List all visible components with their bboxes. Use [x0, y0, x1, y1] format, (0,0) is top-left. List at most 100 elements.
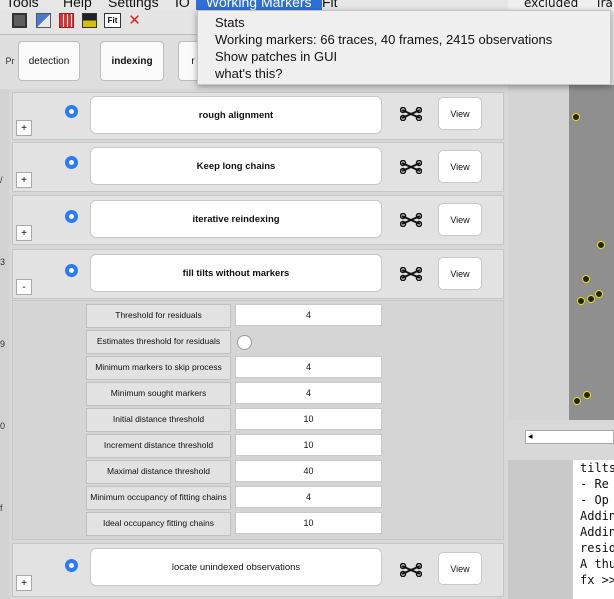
param-value-input[interactable]: 10: [235, 434, 382, 456]
param-label: Minimum occupancy of fitting chains: [86, 486, 231, 510]
expand-button[interactable]: +: [16, 172, 32, 188]
menu-io[interactable]: IO: [175, 0, 190, 10]
view-button[interactable]: View: [438, 552, 482, 585]
view-button[interactable]: View: [438, 150, 482, 183]
step-enable-radio[interactable]: [65, 264, 78, 277]
console-line: A thu: [580, 557, 614, 571]
console-line: Addin: [580, 525, 614, 539]
scroll-left-icon[interactable]: ◂: [528, 431, 533, 442]
left-edge-fragment: 0: [0, 421, 6, 431]
right-window-header: excluded Tra: [508, 0, 614, 10]
expand-button[interactable]: +: [16, 575, 32, 591]
marker[interactable]: [582, 275, 590, 283]
wrench-icon[interactable]: [400, 107, 422, 121]
step-enable-radio[interactable]: [65, 156, 78, 169]
menu-item-stats[interactable]: Stats: [215, 15, 245, 30]
micrograph-image[interactable]: [569, 85, 614, 420]
scrollbar-track[interactable]: ◂: [525, 430, 614, 444]
micrograph-panel: [508, 85, 614, 420]
horizontal-scrollbar[interactable]: ◂: [508, 420, 614, 460]
param-label: Estimates threshold for residuals: [86, 330, 231, 354]
grid-icon[interactable]: [59, 13, 74, 28]
step-enable-radio[interactable]: [65, 210, 78, 223]
menu-settings[interactable]: Settings: [108, 0, 159, 10]
marker[interactable]: [597, 241, 605, 249]
steps-panel: + rough alignment View + Keep long chain…: [9, 89, 508, 599]
collapse-button[interactable]: -: [16, 279, 32, 295]
param-label: Minimum sought markers: [86, 382, 231, 406]
menu-help[interactable]: Help: [63, 0, 92, 10]
param-value-input[interactable]: 40: [235, 460, 382, 482]
param-row: Minimum occupancy of fitting chains 4: [86, 486, 386, 510]
param-label: Increment distance threshold: [86, 434, 231, 458]
console-line: - Re: [580, 477, 609, 491]
view-button[interactable]: View: [438, 257, 482, 290]
view-button[interactable]: View: [438, 203, 482, 236]
step-name-button[interactable]: fill tilts without markers: [90, 254, 382, 292]
adjust-icon[interactable]: [36, 13, 51, 28]
param-label: Maximal distance threshold: [86, 460, 231, 484]
marker[interactable]: [587, 295, 595, 303]
console-prompt[interactable]: fx >>: [580, 573, 614, 587]
param-checkbox[interactable]: [237, 335, 252, 350]
step-iterative-reindexing: + iterative reindexing View: [12, 195, 504, 245]
expand-button[interactable]: +: [16, 225, 32, 241]
marker[interactable]: [595, 290, 603, 298]
command-window: tilts - Re - Op Addin Addin resid A thu …: [508, 460, 614, 599]
menu-item-working-markers-info[interactable]: Working markers: 66 traces, 40 frames, 2…: [215, 32, 552, 47]
wrench-icon[interactable]: [400, 563, 422, 577]
left-edge-fragment: /: [0, 175, 3, 185]
step-parameters: Threshold for residuals 4 Estimates thre…: [12, 300, 504, 540]
param-row: Maximal distance threshold 40: [86, 460, 386, 484]
left-edge: / 3 9 0 f: [0, 89, 9, 599]
param-label: Initial distance threshold: [86, 408, 231, 432]
red-grid-icon[interactable]: [12, 13, 27, 28]
step-name-button[interactable]: locate unindexed observations: [90, 548, 382, 586]
menu-item-show-patches[interactable]: Show patches in GUI: [215, 49, 337, 64]
step-enable-radio[interactable]: [65, 105, 78, 118]
menu-fit[interactable]: Fit: [322, 0, 338, 10]
step-name-button[interactable]: iterative reindexing: [90, 200, 382, 238]
param-row: Threshold for residuals 4: [86, 304, 386, 328]
step-name-button[interactable]: rough alignment: [90, 96, 382, 134]
left-edge-fragment: 9: [0, 339, 6, 349]
param-row: Minimum markers to skip process 4: [86, 356, 386, 380]
wrench-icon[interactable]: [400, 267, 422, 281]
wrench-icon[interactable]: [400, 213, 422, 227]
console-line: tilts: [580, 461, 614, 475]
menu-working-markers[interactable]: Working Markers: [196, 0, 322, 10]
menu-item-whats-this[interactable]: what's this?: [215, 66, 283, 81]
tab-excluded[interactable]: excluded: [524, 0, 578, 10]
step-fill-tilts: - fill tilts without markers View: [12, 249, 504, 299]
step-locate-unindexed: + locate unindexed observations View: [12, 543, 504, 597]
tab-indexing[interactable]: indexing: [100, 41, 164, 81]
menu-tools[interactable]: Tools: [6, 0, 39, 10]
fit-icon[interactable]: Fit: [104, 13, 121, 28]
dashed-grid-icon[interactable]: [82, 13, 97, 28]
marker[interactable]: [573, 397, 581, 405]
param-value-input[interactable]: 4: [235, 486, 382, 508]
marker[interactable]: [583, 391, 591, 399]
param-row: Initial distance threshold 10: [86, 408, 386, 432]
param-value-input[interactable]: 10: [235, 408, 382, 430]
wrench-icon[interactable]: [400, 160, 422, 174]
param-value-input[interactable]: 4: [235, 356, 382, 378]
console-line: - Op: [580, 493, 609, 507]
param-value-input[interactable]: 10: [235, 512, 382, 534]
param-row: Ideal occupancy fitting chains 10: [86, 512, 386, 536]
marker[interactable]: [577, 297, 585, 305]
param-row: Estimates threshold for residuals: [86, 330, 386, 354]
console-output[interactable]: tilts - Re - Op Addin Addin resid A thu …: [573, 460, 614, 599]
cross-icon[interactable]: ✕: [127, 13, 142, 28]
param-label: Threshold for residuals: [86, 304, 231, 328]
marker[interactable]: [572, 113, 580, 121]
step-name-button[interactable]: Keep long chains: [90, 147, 382, 185]
param-value-input[interactable]: 4: [235, 382, 382, 404]
tab-detection[interactable]: detection: [18, 41, 80, 81]
expand-button[interactable]: +: [16, 120, 32, 136]
working-markers-menu: Stats Working markers: 66 traces, 40 fra…: [197, 10, 611, 85]
view-button[interactable]: View: [438, 97, 482, 130]
step-enable-radio[interactable]: [65, 559, 78, 572]
tab-tra[interactable]: Tra: [595, 0, 613, 10]
param-value-input[interactable]: 4: [235, 304, 382, 326]
